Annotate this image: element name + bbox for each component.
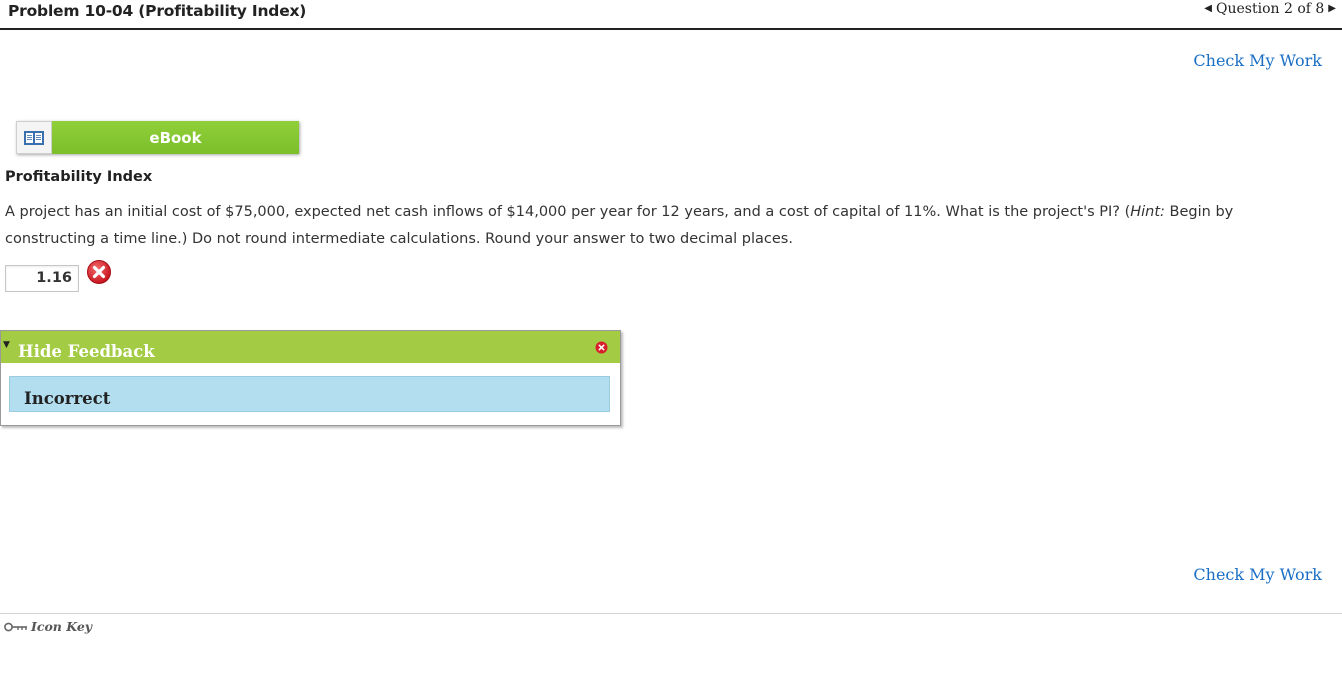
footer-divider xyxy=(0,613,1342,614)
feedback-result: Incorrect xyxy=(24,389,111,408)
section-title: Profitability Index xyxy=(5,169,153,185)
icon-key-link[interactable]: Icon Key xyxy=(4,619,92,634)
key-icon xyxy=(4,622,27,631)
hint-label: Hint: xyxy=(1130,204,1165,220)
answer-input[interactable]: 1.16 xyxy=(5,265,79,292)
page-title: Problem 10-04 (Profitability Index) xyxy=(8,2,307,20)
open-book-icon xyxy=(16,121,52,154)
feedback-result-box: Incorrect xyxy=(9,376,610,412)
feedback-toggle-label: Hide Feedback xyxy=(18,342,155,361)
close-icon[interactable] xyxy=(595,341,608,354)
check-my-work-link-bottom[interactable]: Check My Work xyxy=(1193,565,1322,585)
question-navigator: ◀ Question 2 of 8 ▶ xyxy=(1204,0,1336,18)
problem-text-part-1: A project has an initial cost of $75,000… xyxy=(5,204,1131,220)
ebook-button[interactable]: eBook xyxy=(16,121,299,154)
previous-question-icon[interactable]: ◀ xyxy=(1204,0,1212,18)
feedback-panel: ▼ Hide Feedback Incorrect xyxy=(0,330,621,426)
triangle-down-icon: ▼ xyxy=(3,340,10,350)
ebook-label: eBook xyxy=(52,121,299,154)
problem-statement: A project has an initial cost of $75,000… xyxy=(5,199,1325,253)
icon-key-label: Icon Key xyxy=(31,619,93,634)
x-circle-icon xyxy=(87,260,111,284)
next-question-icon[interactable]: ▶ xyxy=(1328,0,1336,18)
feedback-toggle[interactable]: ▼ Hide Feedback xyxy=(1,331,620,363)
page-header: Problem 10-04 (Profitability Index) ◀ Qu… xyxy=(0,0,1342,30)
question-counter: Question 2 of 8 xyxy=(1216,1,1325,17)
check-my-work-link-top[interactable]: Check My Work xyxy=(1193,51,1322,71)
